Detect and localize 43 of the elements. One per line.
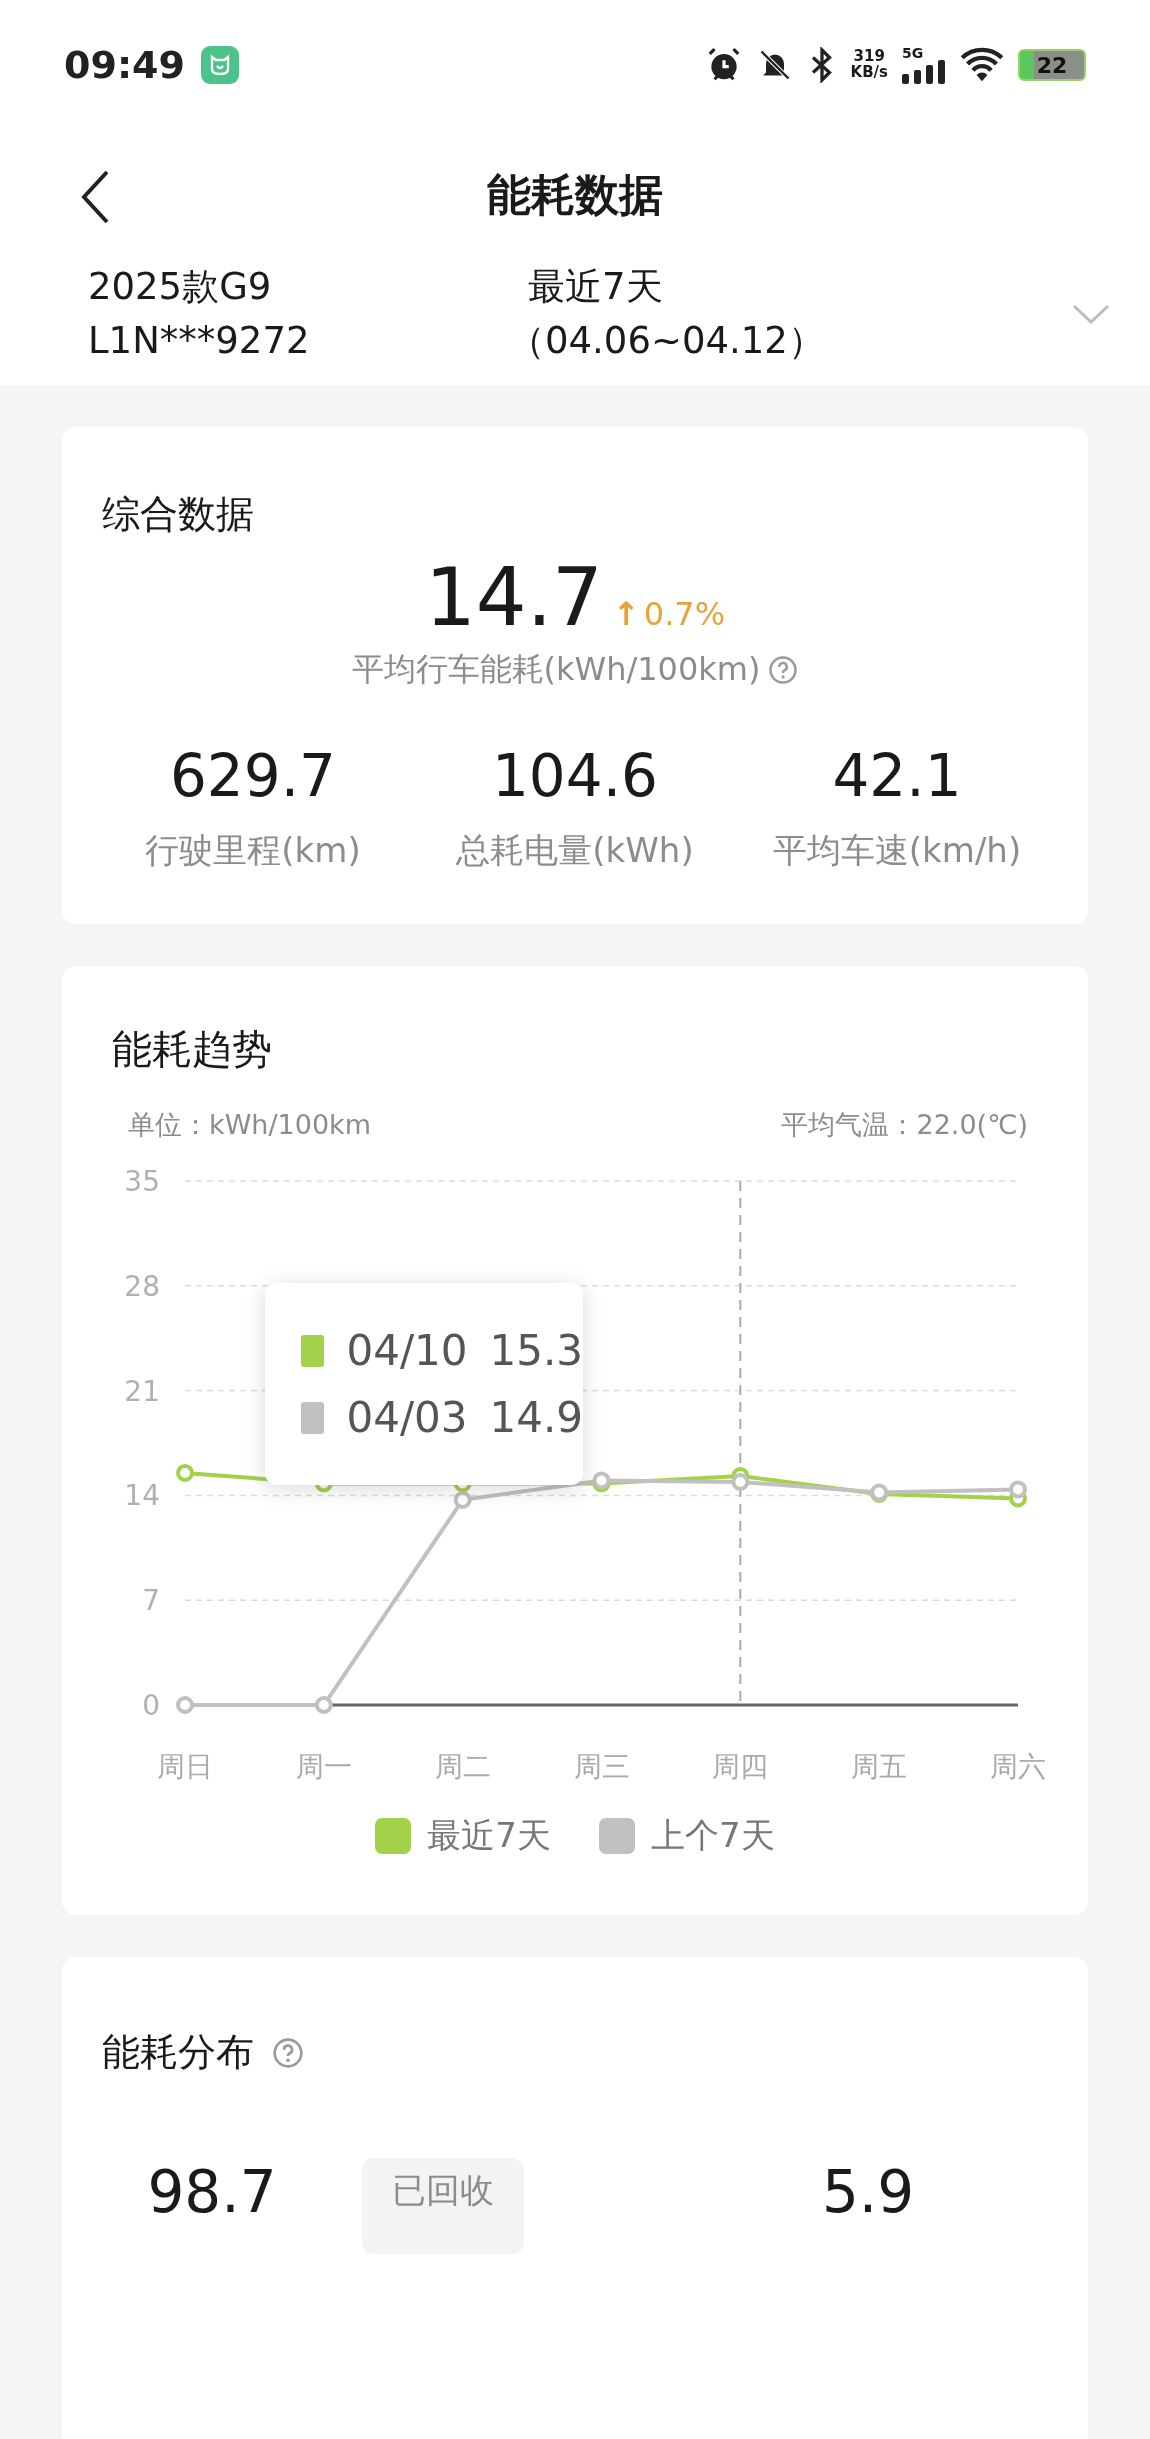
- average-consumption: 14.7: [424, 558, 603, 639]
- y-tick-label: 35: [124, 1165, 160, 1199]
- stat-value: 629.7: [169, 742, 336, 811]
- battery-indicator: 22: [1018, 49, 1086, 81]
- x-tick-label: 周三: [573, 1750, 630, 1784]
- y-tick-label: 14: [124, 1479, 160, 1513]
- x-tick-label: 周五: [851, 1750, 908, 1784]
- temperature-label: 平均气温：22.0(℃): [781, 1108, 1028, 1143]
- speed-unit: KB/s: [850, 65, 888, 81]
- stat-value: 104.6: [491, 742, 658, 811]
- unit-label: 单位：kWh/100km: [128, 1108, 371, 1143]
- stat-value: 42.1: [832, 742, 962, 811]
- x-tick-label: 周六: [990, 1750, 1046, 1784]
- network-type: 5G: [902, 46, 924, 60]
- metric-label: 平均行车能耗(kWh/100km): [351, 649, 761, 691]
- vehicle-model: 2025款G9: [88, 264, 273, 310]
- vehicle-vin: L1N***9272: [88, 317, 311, 364]
- x-tick-label: 周一: [295, 1750, 352, 1784]
- x-tick-label: 周二: [434, 1750, 491, 1784]
- y-tick-label: 28: [124, 1270, 160, 1304]
- stat-label: 总耗电量(kWh): [456, 829, 694, 873]
- page-title: 能耗数据: [487, 167, 663, 222]
- y-tick-label: 21: [124, 1374, 160, 1408]
- tooltip-date: 04/03: [346, 1393, 468, 1443]
- x-tick-label: 周四: [712, 1750, 769, 1784]
- y-tick-label: 0: [142, 1689, 160, 1723]
- trend-arrow: ↑: [613, 595, 640, 634]
- tooltip-date: 04/10: [346, 1326, 468, 1376]
- recovered-label: 已回收: [362, 2158, 524, 2255]
- card-title: 综合数据: [102, 491, 254, 539]
- stat-label: 行驶里程(km): [145, 829, 361, 873]
- card-title: 能耗分布: [102, 2029, 254, 2077]
- distribution-value: 98.7: [146, 2158, 278, 2227]
- card-title: 能耗趋势: [112, 1025, 272, 1075]
- stat-label: 平均车速(km/h): [772, 829, 1022, 873]
- change-percent: 0.7%: [643, 595, 726, 634]
- distribution-value: 5.9: [820, 2158, 916, 2227]
- tooltip-value: 15.3: [489, 1326, 583, 1376]
- y-tick-label: 7: [142, 1584, 160, 1618]
- network-speed: 319: [853, 49, 885, 65]
- tooltip-value: 14.9: [489, 1393, 583, 1443]
- x-tick-label: 周日: [157, 1750, 213, 1784]
- status-time: 09:49: [64, 43, 185, 87]
